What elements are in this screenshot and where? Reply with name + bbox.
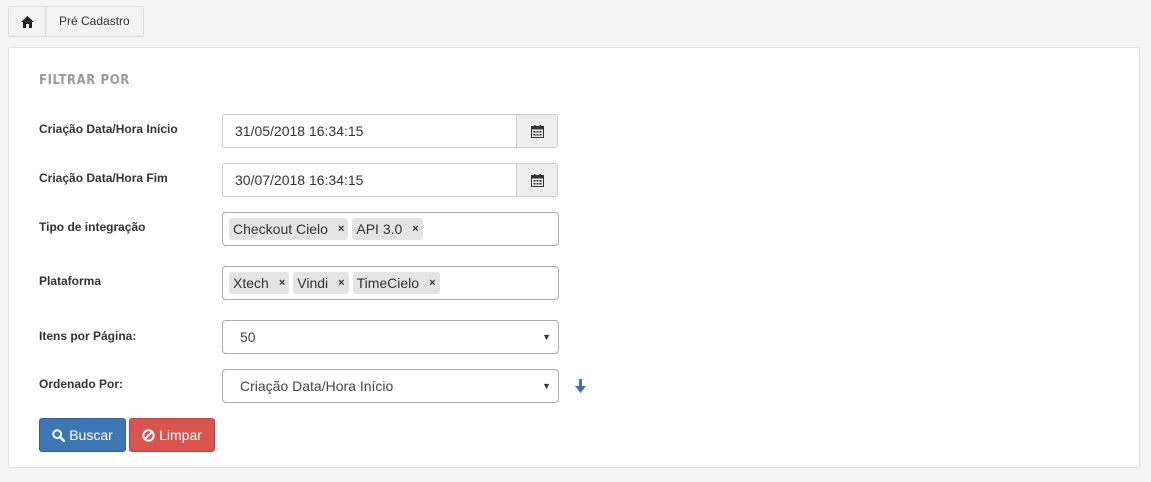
start-date-label: Criação Data/Hora Início [39, 122, 178, 136]
chevron-down-icon: ▼ [542, 381, 551, 391]
end-date-label: Criação Data/Hora Fim [39, 171, 168, 185]
end-date-input[interactable]: 30/07/2018 16:34:15 [222, 163, 516, 197]
integration-type-label: Tipo de integração [39, 220, 146, 234]
items-per-page-label: Itens por Página: [39, 329, 137, 343]
tag-checkout-cielo: Checkout Cielo × [229, 218, 349, 240]
search-icon [52, 428, 66, 442]
select-value: Criação Data/Hora Início [240, 378, 394, 394]
breadcrumb-pre-cadastro[interactable]: Pré Cadastro [46, 7, 143, 36]
clear-button[interactable]: Limpar [129, 418, 215, 452]
home-icon [20, 15, 34, 28]
remove-tag-icon[interactable]: × [429, 277, 435, 289]
tag-label: API 3.0 [356, 221, 403, 237]
order-by-select[interactable]: Criação Data/Hora Início ▼ [222, 369, 559, 403]
search-button[interactable]: Buscar [39, 418, 126, 452]
tag-api-3: API 3.0 × [352, 218, 423, 240]
search-button-label: Buscar [69, 427, 113, 443]
filter-panel: FILTRAR POR Criação Data/Hora Início 31/… [8, 47, 1140, 468]
remove-tag-icon[interactable]: × [279, 277, 285, 289]
end-date-calendar-button[interactable] [516, 163, 558, 197]
order-by-label: Ordenado Por: [39, 377, 124, 391]
remove-tag-icon[interactable]: × [338, 277, 344, 289]
start-date-group: 31/05/2018 16:34:15 [222, 114, 558, 148]
end-date-group: 30/07/2018 16:34:15 [222, 163, 558, 197]
select-value: 50 [240, 329, 256, 345]
clear-button-label: Limpar [159, 427, 202, 443]
remove-tag-icon[interactable]: × [338, 223, 344, 235]
start-date-input[interactable]: 31/05/2018 16:34:15 [222, 114, 516, 148]
tag-xtech: Xtech × [229, 272, 290, 294]
chevron-down-icon: ▼ [542, 332, 551, 342]
panel-title: FILTRAR POR [39, 73, 130, 88]
breadcrumb: Pré Cadastro [8, 6, 144, 37]
tag-label: Checkout Cielo [233, 221, 328, 237]
tag-vindi: Vindi × [293, 272, 349, 294]
platform-label: Plataforma [39, 274, 102, 288]
arrow-down-icon[interactable] [575, 379, 586, 393]
tag-label: TimeCielo [356, 275, 420, 291]
start-date-calendar-button[interactable] [516, 114, 558, 148]
items-per-page-select[interactable]: 50 ▼ [222, 320, 559, 354]
ban-icon [142, 428, 155, 442]
calendar-icon [530, 124, 544, 138]
calendar-icon [530, 173, 544, 187]
platform-multiselect[interactable]: Xtech × Vindi × TimeCielo × [222, 266, 559, 300]
remove-tag-icon[interactable]: × [412, 223, 418, 235]
tag-label: Vindi [297, 275, 329, 291]
tag-label: Xtech [233, 275, 269, 291]
breadcrumb-home[interactable] [9, 7, 46, 36]
integration-type-multiselect[interactable]: Checkout Cielo × API 3.0 × [222, 212, 559, 246]
tag-timecielo: TimeCielo × [352, 272, 440, 294]
